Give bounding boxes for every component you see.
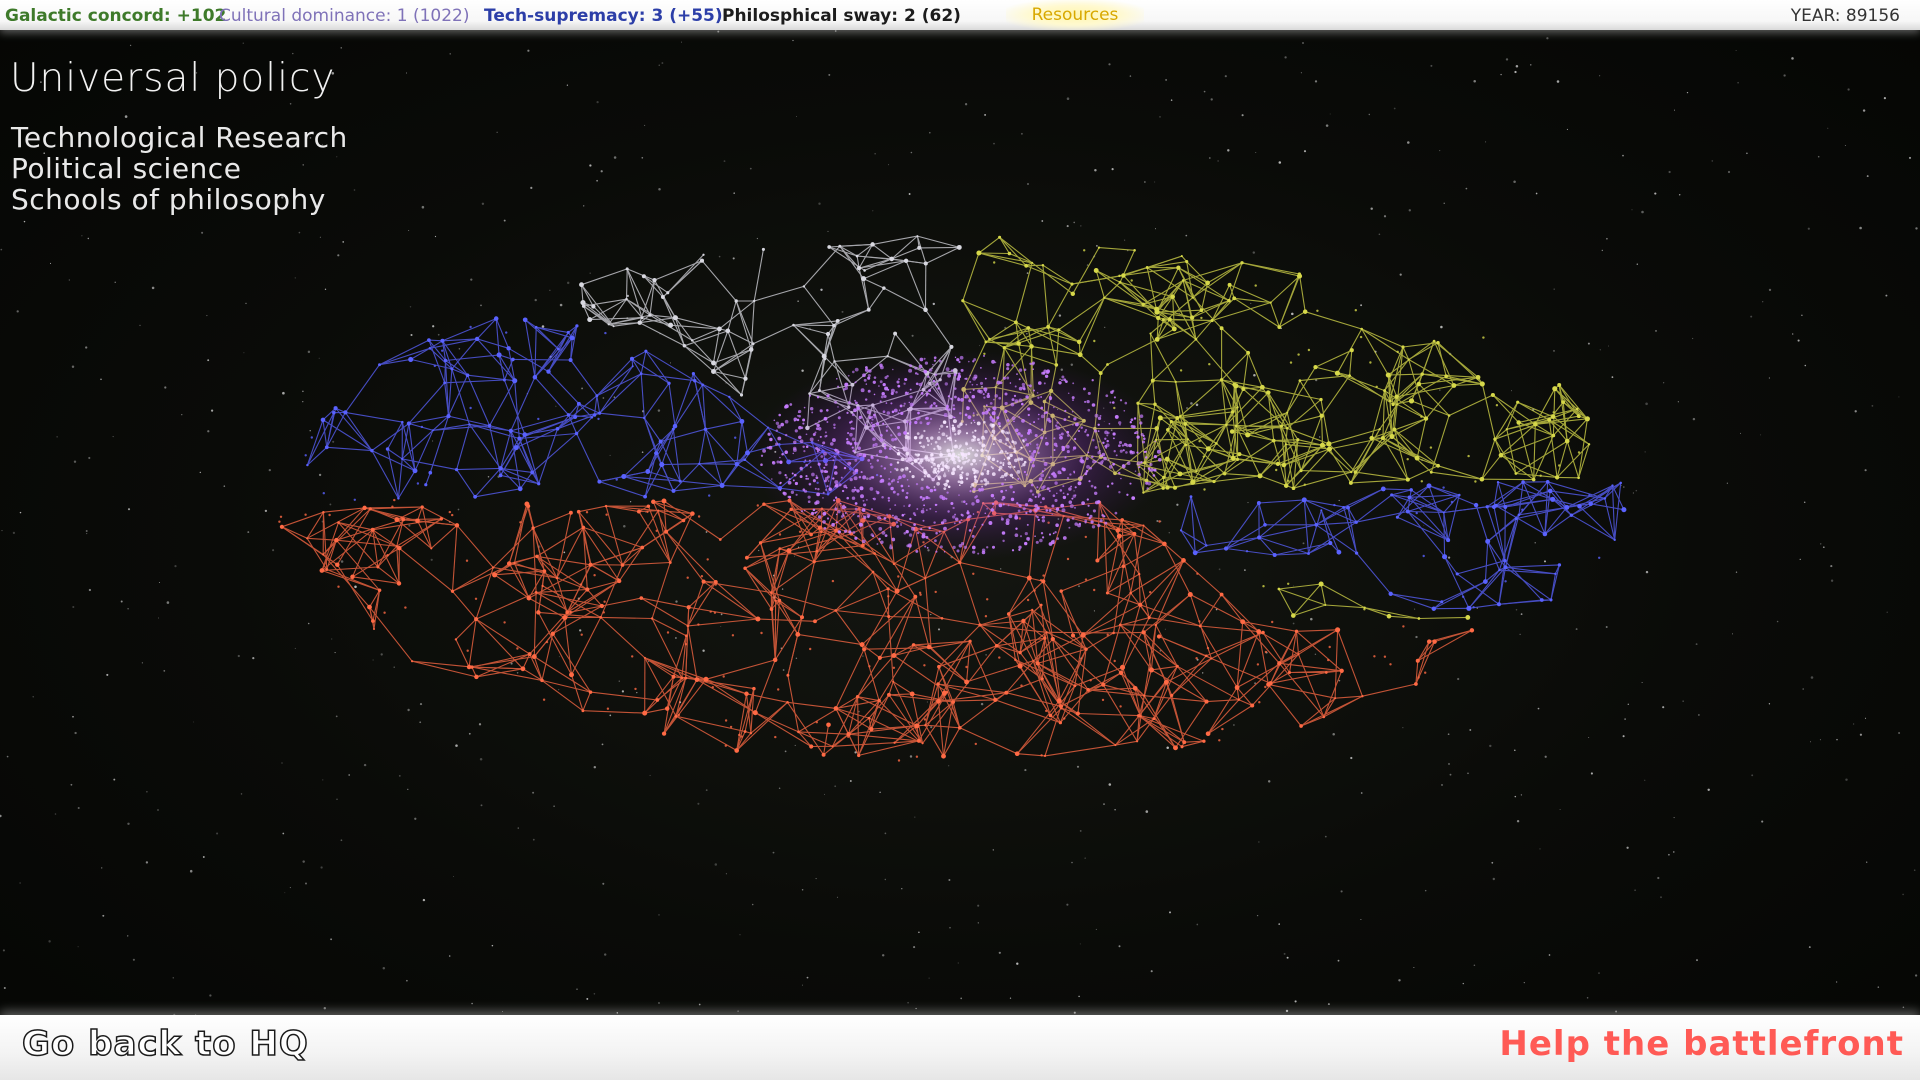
policy-schools-of-philosophy[interactable]: Schools of philosophy [11,184,348,215]
resources-tab[interactable]: Resources [1006,0,1144,30]
game-screen: Galactic concord: +102 Cultural dominanc… [0,0,1920,1080]
cultural-dominance-stat: Cultural dominance: 1 (1022) [219,6,470,26]
bottom-action-bar: Go back to HQ Help the battlefront [0,1015,1920,1080]
policy-technological-research[interactable]: Technological Research [11,122,348,153]
galactic-concord-stat: Galactic concord: +102 [5,6,227,26]
policy-menu: Technological Research Political science… [11,122,348,215]
philosophical-sway-stat: Philosphical sway: 2 (62) [722,6,961,26]
policy-political-science[interactable]: Political science [11,153,348,184]
tech-supremacy-stat: Tech-supremacy: 3 (+55) [484,6,723,26]
go-back-to-hq-button[interactable]: Go back to HQ [21,1023,309,1065]
help-battlefront-button[interactable]: Help the battlefront [1499,1024,1904,1064]
top-status-bar: Galactic concord: +102 Cultural dominanc… [0,0,1920,30]
policy-title: Universal policy [10,56,336,101]
year-counter: YEAR: 89156 [1790,6,1900,26]
galactic-core-glow [750,350,1170,560]
